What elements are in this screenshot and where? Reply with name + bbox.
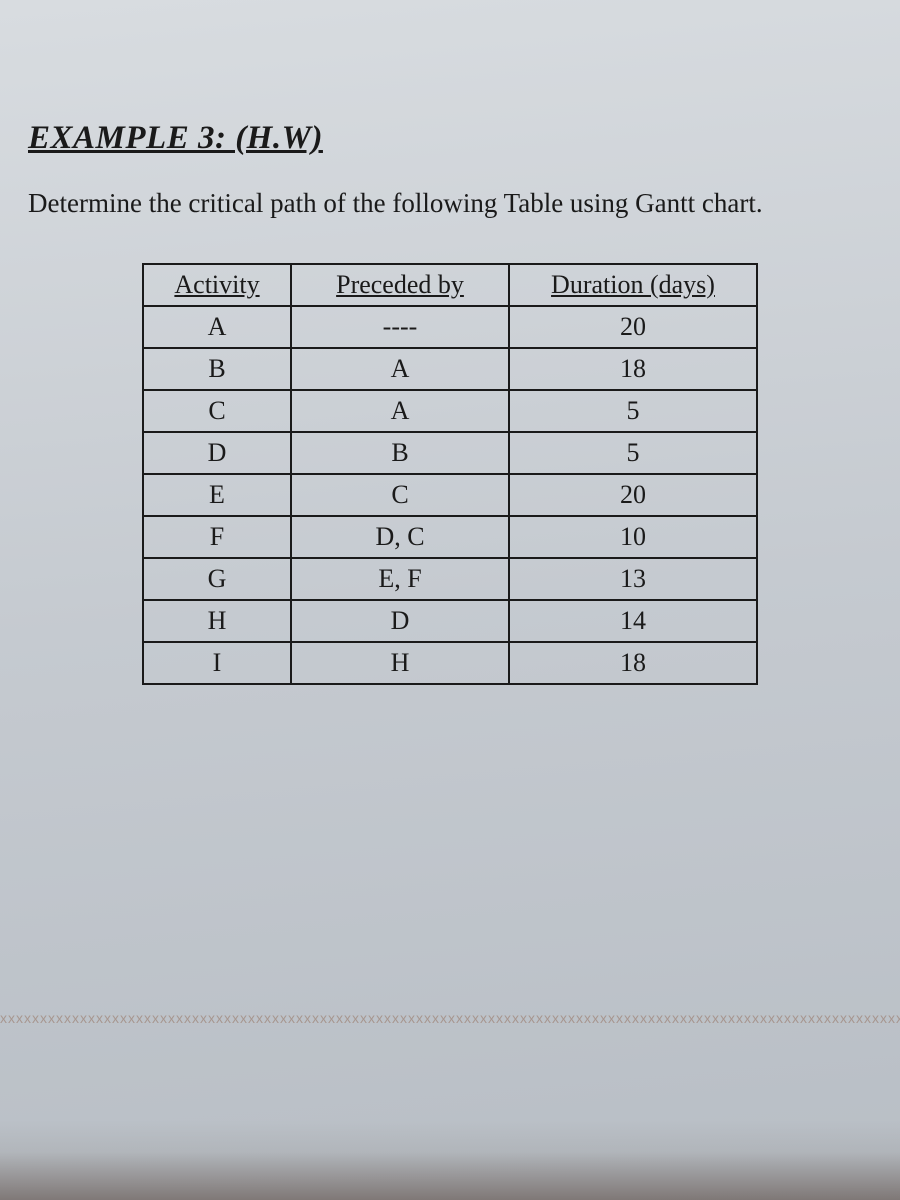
cell-duration: 20 [509,306,757,348]
table-row: H D 14 [143,600,757,642]
cell-preceded-by: E, F [291,558,509,600]
header-preceded-by: Preceded by [291,264,509,306]
table-row: D B 5 [143,432,757,474]
table-row: B A 18 [143,348,757,390]
cell-preceded-by: B [291,432,509,474]
cell-preceded-by: ---- [291,306,509,348]
cell-preceded-by: H [291,642,509,684]
cell-duration: 14 [509,600,757,642]
cell-activity: B [143,348,291,390]
cell-duration: 18 [509,642,757,684]
cell-preceded-by: A [291,390,509,432]
header-activity: Activity [143,264,291,306]
cell-duration: 13 [509,558,757,600]
cell-duration: 5 [509,432,757,474]
table-row: I H 18 [143,642,757,684]
page-content: EXAMPLE 3: (H.W) Determine the critical … [0,0,900,685]
header-duration: Duration (days) [509,264,757,306]
cell-activity: H [143,600,291,642]
activity-table: Activity Preceded by Duration (days) A -… [142,263,758,685]
cell-preceded-by: C [291,474,509,516]
cell-activity: G [143,558,291,600]
table-row: G E, F 13 [143,558,757,600]
table-row: E C 20 [143,474,757,516]
cell-duration: 5 [509,390,757,432]
table-row: C A 5 [143,390,757,432]
cell-activity: D [143,432,291,474]
cell-preceded-by: D [291,600,509,642]
bottom-shadow [0,1120,900,1200]
table-row: A ---- 20 [143,306,757,348]
cell-duration: 18 [509,348,757,390]
page-divider: xxxxxxxxxxxxxxxxxxxxxxxxxxxxxxxxxxxxxxxx… [0,1010,900,1030]
table-container: Activity Preceded by Duration (days) A -… [28,263,872,685]
example-title: EXAMPLE 3: (H.W) [28,120,872,157]
cell-activity: A [143,306,291,348]
instruction-text: Determine the critical path of the follo… [28,185,872,223]
cell-preceded-by: D, C [291,516,509,558]
cell-activity: C [143,390,291,432]
cell-duration: 20 [509,474,757,516]
cell-activity: F [143,516,291,558]
cell-duration: 10 [509,516,757,558]
table-header-row: Activity Preceded by Duration (days) [143,264,757,306]
cell-activity: E [143,474,291,516]
cell-preceded-by: A [291,348,509,390]
cell-activity: I [143,642,291,684]
table-row: F D, C 10 [143,516,757,558]
